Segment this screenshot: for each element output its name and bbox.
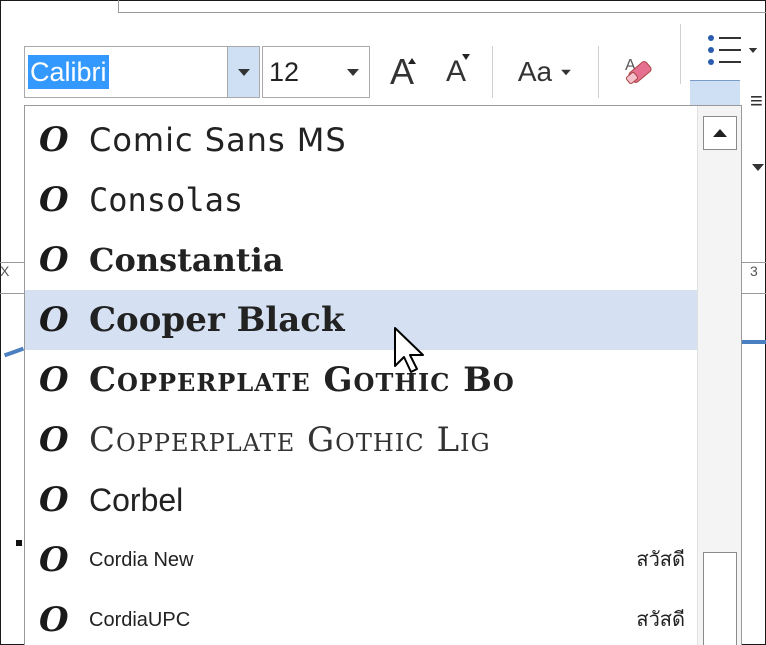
scrollbar-thumb[interactable] [703,552,737,645]
document-bullet-mark [16,540,22,546]
chevron-down-icon[interactable] [347,69,359,76]
eraser-icon: A [625,57,652,84]
font-list-item-label: Consolas [89,181,244,219]
caret-up-icon [408,58,416,64]
document-shape-edge [742,340,766,344]
chevron-up-icon [713,129,727,137]
toolbar-separator [680,24,681,84]
opentype-font-icon: O [39,240,69,280]
font-size-input[interactable]: 12 [269,55,299,89]
bullets-button[interactable] [696,24,766,76]
shrink-font-button[interactable]: A [436,46,476,98]
chevron-down-icon[interactable] [752,164,764,171]
shrink-font-icon: A [445,55,466,88]
toolbar-separator [598,46,599,98]
opentype-font-icon: O [39,360,69,400]
ruler-right: 3 [742,262,766,294]
font-size-combobox[interactable]: 12 [262,46,370,98]
ruler-glyph: X [0,263,10,279]
opentype-font-icon: O [39,300,69,340]
align-icon: ≡ [750,88,763,113]
font-list-item[interactable]: O Copperplate Gothic Bo [25,350,697,410]
font-list-item[interactable]: O Comic Sans MS [25,110,697,170]
font-preview-sample: สวัสดี [636,549,685,571]
font-name-combobox[interactable]: Calibri [24,46,228,98]
toolbar-separator [492,46,493,98]
opentype-font-icon: O [39,180,69,220]
mouse-pointer-icon [394,327,424,373]
font-list-item-label: Cooper Black [89,300,345,340]
ruler-glyph: 3 [750,263,758,279]
bullet-list-icon [708,35,741,65]
font-list-item-label: Corbel [89,482,184,518]
ruler-left: X [0,262,24,294]
font-preview-sample: สวัสดี [636,609,685,631]
opentype-font-icon: O [39,420,69,460]
font-list-item[interactable]: O Cordia New สวัสดี [25,530,697,590]
opentype-font-icon: O [39,540,69,580]
scroll-up-button[interactable] [703,116,737,150]
chevron-down-icon [237,68,250,76]
opentype-font-icon: O [39,600,69,640]
change-case-button[interactable]: Aa [508,46,582,98]
font-list-item-label: Cordia New [89,549,194,571]
font-list-item-label: CordiaUPC [89,609,191,631]
font-name-input[interactable]: Calibri [28,55,109,89]
font-list-item-label: Constantia [89,241,284,279]
clear-formatting-button[interactable]: A [614,46,660,98]
opentype-font-icon: O [39,480,69,520]
font-list-item[interactable]: O CordiaUPC สวัสดี [25,590,697,645]
font-list-item-label: Copperplate Gothic Lig [89,420,491,460]
ribbon-top-divider [118,0,766,13]
ribbon-group-divider [118,0,119,12]
font-list-item[interactable]: O Constantia [25,230,697,290]
font-dropdown-list[interactable]: O Comic Sans MS O Consolas O Constantia … [24,105,742,645]
font-list-item-label: Copperplate Gothic Bo [89,360,515,400]
chevron-down-icon [561,69,571,75]
opentype-font-icon: O [39,120,69,160]
change-case-label: Aa [517,56,553,87]
font-name-dropdown-button[interactable] [228,46,260,98]
font-list-item-selected[interactable]: O Cooper Black [25,290,697,350]
font-list-item-label: Comic Sans MS [89,121,347,159]
font-list-item[interactable]: O Copperplate Gothic Lig [25,410,697,470]
grow-font-button[interactable]: A [382,46,422,98]
font-list-item[interactable]: O Consolas [25,170,697,230]
caret-down-icon [462,54,470,60]
font-list-item[interactable]: O Corbel [25,470,697,530]
chevron-down-icon [748,47,758,53]
